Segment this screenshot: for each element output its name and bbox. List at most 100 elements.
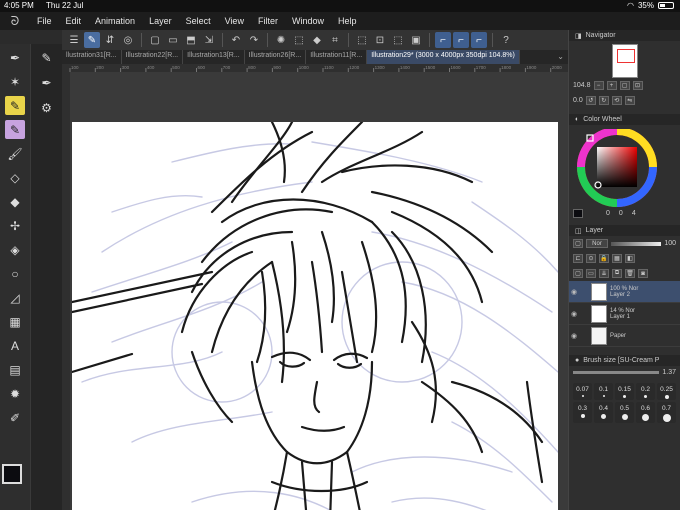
layer-property-icon[interactable]: ▢ (573, 239, 583, 248)
layer-row-paper[interactable]: ◉ Paper (569, 325, 680, 347)
balloon-tool-icon[interactable]: ✹ (5, 384, 25, 403)
opacity-value[interactable]: 100 (664, 240, 676, 247)
color-value-1[interactable]: 0 (606, 210, 610, 217)
layer-row-layer1[interactable]: ◉ 14 % Nor Layer 1 (569, 303, 680, 325)
help-icon[interactable]: ? (498, 32, 514, 48)
brush-preset[interactable]: 0.6 (636, 402, 655, 423)
tab-illustration13[interactable]: Illustration13[R... (183, 50, 245, 64)
open-folder-icon[interactable]: ▭ (165, 32, 181, 48)
figure-tool-icon[interactable]: ○ (5, 264, 25, 283)
ink-subtool-icon[interactable]: ✒ (37, 73, 57, 92)
main-color-swatch[interactable] (2, 464, 22, 484)
transform-icon[interactable]: ⬚ (354, 32, 370, 48)
menu-edit[interactable]: Edit (59, 16, 89, 26)
merge-down-icon[interactable]: ⇊ (599, 269, 609, 278)
brush-preset[interactable]: 0.15 (615, 383, 634, 400)
navigator-header[interactable]: ◨ Navigator (569, 30, 680, 41)
tab-illustration22[interactable]: Illustration22[R... (122, 50, 184, 64)
delete-layer-icon[interactable]: 🗑 (625, 269, 635, 278)
settings-gear-icon[interactable]: ⚙ (37, 98, 57, 117)
visibility-eye-icon[interactable]: ◉ (569, 288, 579, 296)
menu-filter[interactable]: Filter (251, 16, 285, 26)
brush-preset[interactable]: 0.4 (594, 402, 613, 423)
loading-icon[interactable]: ✺ (273, 32, 289, 48)
gradient-tool-icon[interactable]: ▦ (5, 312, 25, 331)
color-value-3[interactable]: 4 (632, 210, 636, 217)
copy-layer-icon[interactable]: ⧉ (612, 269, 622, 278)
menu-help[interactable]: Help (331, 16, 364, 26)
tab-illustration31[interactable]: llustration31[R... (62, 50, 122, 64)
companion-icon[interactable]: ◎ (120, 32, 136, 48)
tab-illustration26[interactable]: Illustration26[R... (245, 50, 307, 64)
text-tool-icon[interactable]: A (5, 336, 25, 355)
rotate-left-icon[interactable]: ↺ (585, 96, 596, 105)
color-chip-main[interactable] (573, 209, 583, 218)
brush-preset[interactable]: 0.07 (573, 383, 592, 400)
clear-icon[interactable]: ⬚ (291, 32, 307, 48)
rotate-right-icon[interactable]: ↻ (598, 96, 609, 105)
correct-line-tool-icon[interactable]: ✐ (5, 408, 25, 427)
marker-tool-icon[interactable]: ✎ (5, 96, 25, 115)
brush-preset[interactable]: 0.5 (615, 402, 634, 423)
layer-row-layer2[interactable]: ◉ 100 % Nor Layer 2 (569, 281, 680, 303)
eyedropper-icon[interactable]: ✒ (5, 48, 25, 67)
mask-icon[interactable]: ◧ (625, 254, 635, 263)
pen-subtool-icon[interactable]: ✎ (37, 48, 57, 67)
zoom-out-icon[interactable]: − (593, 81, 604, 90)
brush-preset[interactable]: 0.3 (573, 402, 592, 423)
menu-view[interactable]: View (218, 16, 251, 26)
menu-window[interactable]: Window (285, 16, 331, 26)
brush-size-slider[interactable] (573, 371, 660, 374)
chevron-down-icon[interactable]: ⌄ (557, 52, 564, 61)
pen-tool-icon[interactable]: ✎ (84, 32, 100, 48)
color-swatches[interactable] (2, 464, 32, 504)
tab-illustration29[interactable]: Illustration29* (3000 x 4000px 350dpi 10… (367, 50, 520, 64)
new-canvas-icon[interactable]: ▢ (147, 32, 163, 48)
layer-mask-icon[interactable]: ◙ (638, 269, 648, 278)
menu-file[interactable]: File (30, 16, 59, 26)
reference-icon[interactable]: ⊙ (586, 254, 596, 263)
brush-size-header[interactable]: ● Brush size [SU-Cream P (569, 355, 680, 366)
clip-icon[interactable]: ⊏ (573, 254, 583, 263)
flip-icon[interactable]: ⇋ (624, 96, 635, 105)
zoom-in-icon[interactable]: + (606, 81, 617, 90)
brush-preset[interactable]: 0.7 (657, 402, 676, 423)
sparkle-icon[interactable]: ✶ (5, 72, 25, 91)
fit-icon[interactable]: ▢ (619, 81, 630, 90)
fill-tool-icon[interactable]: ◈ (5, 240, 25, 259)
blend-mode-select[interactable]: Nor (586, 239, 608, 248)
hamburger-menu-icon[interactable]: ☰ (66, 32, 82, 48)
brush-size-value[interactable]: 1.37 (662, 369, 676, 376)
tool-switch-icon[interactable]: ⇵ (102, 32, 118, 48)
crop-icon[interactable]: ⌗ (327, 32, 343, 48)
stabilizer-3-icon[interactable]: ⌐ (471, 32, 487, 48)
frame-tool-icon[interactable]: ▤ (5, 360, 25, 379)
fill-icon[interactable]: ◆ (309, 32, 325, 48)
menu-select[interactable]: Select (179, 16, 218, 26)
new-folder-icon[interactable]: ▭ (586, 269, 596, 278)
deselect-icon[interactable]: ⊡ (372, 32, 388, 48)
menu-layer[interactable]: Layer (142, 16, 179, 26)
save-icon[interactable]: ⬒ (183, 32, 199, 48)
opacity-slider[interactable] (611, 241, 662, 246)
select-all-icon[interactable]: ▣ (408, 32, 424, 48)
export-icon[interactable]: ⇲ (201, 32, 217, 48)
ruler-tool-icon[interactable]: ◿ (5, 288, 25, 307)
zoom-value[interactable]: 104.8 (573, 82, 591, 89)
visibility-eye-icon[interactable]: ◉ (569, 332, 579, 340)
layer-header[interactable]: ◫ Layer (569, 225, 680, 236)
visibility-eye-icon[interactable]: ◉ (569, 310, 579, 318)
stabilizer-2-icon[interactable]: ⌐ (453, 32, 469, 48)
selection-icon[interactable]: ⬚ (390, 32, 406, 48)
eraser-tool-icon[interactable]: ◇ (5, 168, 25, 187)
pen-tool-selected-icon[interactable]: ✎ (5, 120, 25, 139)
brush-tool-icon[interactable]: 🖌 (5, 144, 25, 163)
undo-icon[interactable]: ↶ (228, 32, 244, 48)
app-logo-icon[interactable]: ᘐ (0, 14, 30, 29)
navigator-thumbnail[interactable] (611, 44, 638, 78)
brush-preset[interactable]: 0.2 (636, 383, 655, 400)
stabilizer-1-icon[interactable]: ⌐ (435, 32, 451, 48)
color-wheel-header[interactable]: ◐ Color Wheel (569, 114, 680, 125)
tab-illustration11[interactable]: Illustration11[R... (306, 50, 368, 64)
lock-transparent-icon[interactable]: ▦ (612, 254, 622, 263)
